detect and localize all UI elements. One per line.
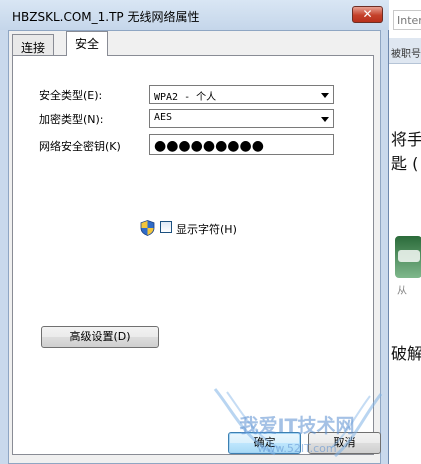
encryption-type-select[interactable]: AES [149,109,334,128]
uac-shield-icon [140,220,155,236]
wireless-properties-dialog: HBZSKL.COM_1.TP 无线网络属性 ✕ 连接 安全 安全类型(E): … [0,0,389,464]
ok-button[interactable]: 确定 [228,432,301,454]
chevron-down-icon [321,117,329,122]
show-characters-checkbox[interactable] [160,221,172,233]
background-search-box: Inter [393,10,421,30]
background-text-3: 破解 [391,344,421,363]
tab-security[interactable]: 安全 [66,31,109,56]
background-text-2: 匙 ( [391,154,419,173]
window-title: HBZSKL.COM_1.TP 无线网络属性 [12,10,200,24]
background-browser-window: Inter 被职号 将手 匙 ( 从 破解 [388,0,421,464]
security-type-select[interactable]: WPA2 - 个人 [149,85,334,104]
background-text-small: 从 [397,286,407,297]
encryption-type-label: 加密类型(N): [39,113,104,126]
security-panel: 安全类型(E): WPA2 - 个人 加密类型(N): AES 网络安全密钥(K… [12,55,374,455]
background-text-1: 将手 [391,130,421,149]
background-thumbnail [395,236,421,278]
cancel-button[interactable]: 取消 [308,432,381,454]
security-type-label: 安全类型(E): [39,89,103,102]
security-key-field[interactable]: ●●●●●●●●● [149,134,334,155]
show-characters-label: 显示字符(H) [176,223,237,236]
security-type-value: WPA2 - 个人 [154,92,217,103]
chevron-down-icon [321,93,329,98]
title-bar[interactable]: HBZSKL.COM_1.TP 无线网络属性 ✕ [0,0,389,30]
close-icon: ✕ [362,7,373,21]
background-nav-bar: 被职号 [389,38,421,64]
encryption-type-value: AES [154,112,173,123]
close-button[interactable]: ✕ [352,6,383,23]
advanced-settings-button[interactable]: 高级设置(D) [41,326,159,348]
tab-connection[interactable]: 连接 [12,34,55,55]
security-key-label: 网络安全密钥(K) [39,140,121,153]
